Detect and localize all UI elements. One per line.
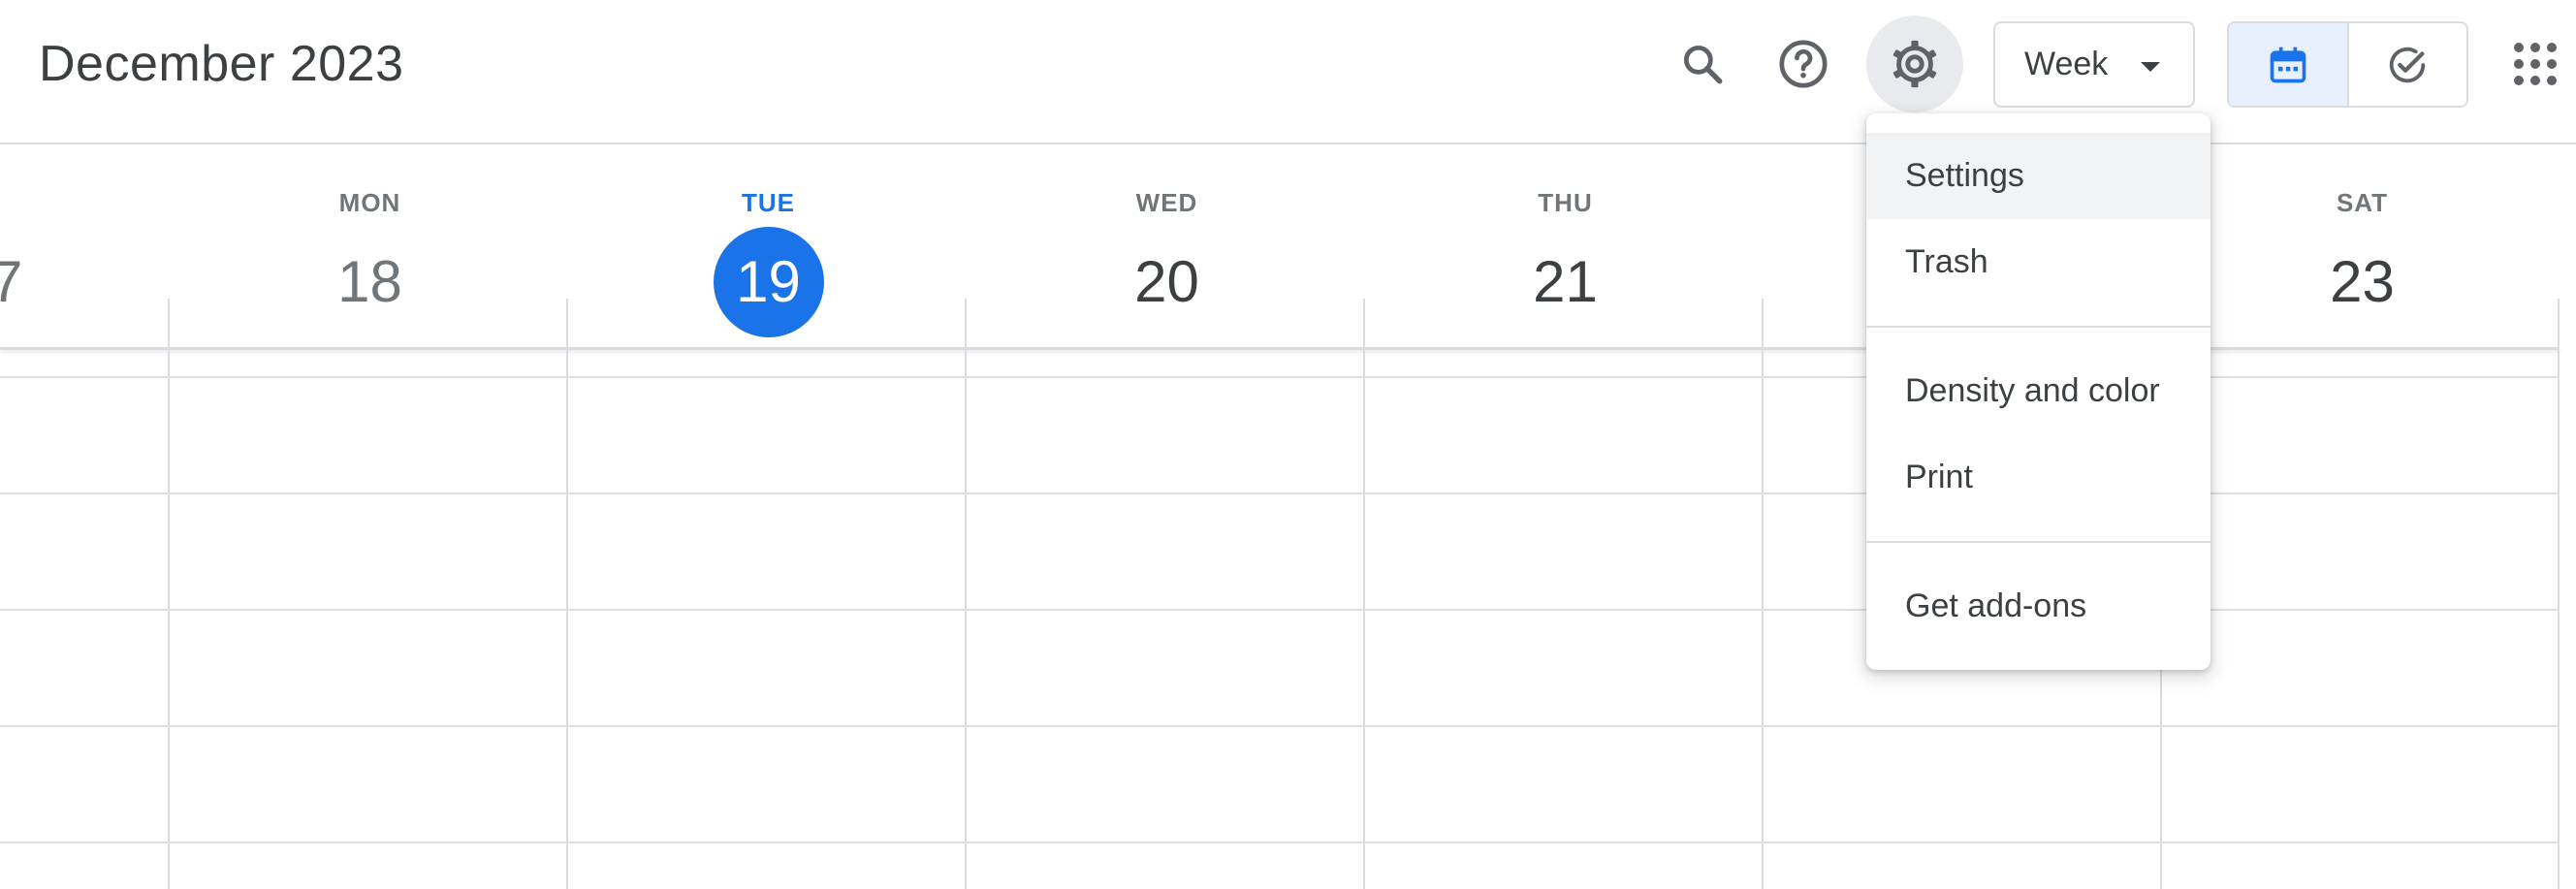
day-number[interactable]: 20 xyxy=(1112,227,1223,337)
day-number[interactable]: 23 xyxy=(2307,227,2418,337)
tasks-check-icon xyxy=(2390,47,2426,82)
day-number[interactable]: 21 xyxy=(1511,227,1621,337)
column-divider xyxy=(2558,299,2560,889)
day-of-week: WED xyxy=(1135,188,1198,217)
menu-divider xyxy=(1866,326,2210,328)
settings-button[interactable] xyxy=(1866,16,1963,112)
dropdown-caret-icon xyxy=(2141,62,2160,72)
menu-item-settings[interactable]: Settings xyxy=(1866,133,2210,219)
day-of-week: SAT xyxy=(2336,188,2389,217)
column-divider xyxy=(965,299,967,889)
column-divider xyxy=(1363,299,1365,889)
day-number[interactable]: 18 xyxy=(315,227,426,337)
day-of-week: MON xyxy=(338,188,401,217)
tasks-view-button[interactable] xyxy=(2349,23,2467,106)
day-header-wed[interactable]: WED 20 xyxy=(968,184,1366,337)
hour-line xyxy=(0,725,2560,727)
column-divider xyxy=(1762,299,1764,889)
day-header-sat[interactable]: SAT 23 xyxy=(2163,184,2561,337)
calendar-view-icon xyxy=(2270,47,2306,82)
partial-prev-day-number: 7 xyxy=(0,249,23,314)
menu-item-print[interactable]: Print xyxy=(1866,434,2210,521)
help-icon xyxy=(1779,40,1828,88)
day-header-mon[interactable]: MON 18 xyxy=(171,184,569,337)
today-day-number[interactable]: 19 xyxy=(713,227,824,337)
view-select-value: Week xyxy=(2024,46,2109,82)
apps-grid-icon[interactable] xyxy=(2514,43,2557,85)
menu-item-get-add-ons[interactable]: Get add-ons xyxy=(1866,563,2210,650)
menu-item-density-and-color[interactable]: Density and color xyxy=(1866,348,2210,434)
search-icon xyxy=(1683,45,1723,84)
day-header-tue[interactable]: TUE 19 xyxy=(569,184,968,337)
calendar-view-button[interactable] xyxy=(2229,23,2349,106)
help-button[interactable] xyxy=(1755,16,1852,112)
view-select[interactable]: Week xyxy=(1993,21,2195,108)
day-header-thu[interactable]: THU 21 xyxy=(1366,184,1765,337)
day-of-week: TUE xyxy=(742,188,795,217)
hour-line xyxy=(0,841,2560,843)
view-toggle xyxy=(2227,21,2468,108)
day-of-week: THU xyxy=(1538,188,1593,217)
settings-gear-icon xyxy=(1892,40,1937,88)
menu-item-trash[interactable]: Trash xyxy=(1866,219,2210,305)
search-button[interactable] xyxy=(1654,16,1751,112)
menu-divider xyxy=(1866,541,2210,543)
settings-menu: Settings Trash Density and color Print G… xyxy=(1866,113,2210,670)
column-divider xyxy=(566,299,568,889)
page-title: December 2023 xyxy=(39,36,404,92)
column-divider xyxy=(168,299,170,889)
